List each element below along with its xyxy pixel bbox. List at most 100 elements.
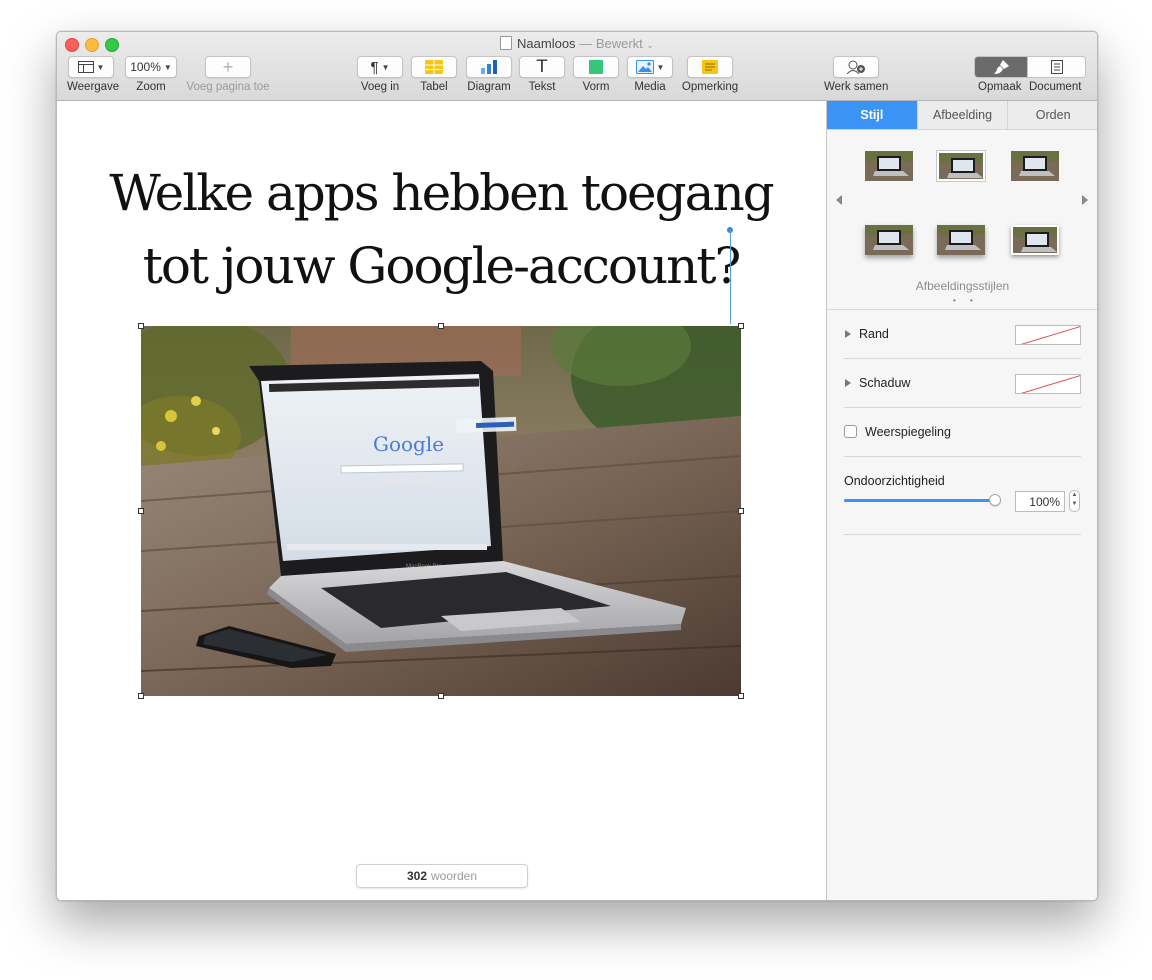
divider — [844, 456, 1081, 457]
chart-tool[interactable]: Diagram — [462, 56, 516, 93]
stepper-down-icon[interactable]: ▼ — [1070, 500, 1079, 509]
window-title[interactable]: Naamloos — Bewerkt ⌄ — [57, 36, 1097, 51]
thumb-preview — [937, 225, 985, 255]
thumb-preview — [1013, 227, 1057, 253]
insert-tool[interactable]: ¶ ▼ Voeg in — [357, 56, 403, 93]
opacity-slider-fill — [844, 499, 995, 502]
media-button[interactable]: ▼ — [627, 56, 673, 78]
text-tool[interactable]: T Tekst — [519, 56, 565, 93]
document-canvas[interactable]: Welke apps hebben toegang tot jouw Googl… — [57, 101, 825, 900]
table-tool[interactable]: Tabel — [411, 56, 457, 93]
square-icon — [589, 60, 603, 74]
tab-image[interactable]: Afbeelding — [916, 101, 1008, 129]
resize-handle-top-left[interactable] — [138, 323, 144, 329]
collaborate-button[interactable] — [833, 56, 879, 78]
reflection-label[interactable]: Weerspiegeling — [865, 425, 951, 439]
shape-button[interactable] — [573, 56, 619, 78]
resize-handle-bottom[interactable] — [438, 693, 444, 699]
screen-google-logo: Google — [373, 432, 444, 456]
divider — [844, 534, 1081, 535]
image-style-thumb-6[interactable] — [1011, 225, 1059, 255]
resize-handle-top[interactable] — [438, 323, 444, 329]
view-tool[interactable]: ▼ Weergave — [67, 56, 120, 93]
pages-window: Naamloos — Bewerkt ⌄ ▼ Weergave 100% ▼ Zo… — [56, 31, 1098, 901]
comment-label: Opmerking — [681, 81, 739, 93]
title-toolbar: Naamloos — Bewerkt ⌄ ▼ Weergave 100% ▼ Zo… — [57, 32, 1097, 101]
word-count-button[interactable]: 302 woorden — [356, 864, 528, 888]
collaborate-tool[interactable]: Werk samen — [824, 56, 888, 93]
resize-handle-right[interactable] — [738, 508, 744, 514]
insert-button[interactable]: ¶ ▼ — [357, 56, 403, 78]
border-label[interactable]: Rand — [859, 327, 889, 341]
shape-label: Vorm — [582, 81, 610, 93]
image-style-thumb-2[interactable] — [937, 151, 985, 181]
comment-tool[interactable]: Opmerking — [679, 56, 741, 93]
opacity-stepper[interactable]: ▲ ▼ — [1069, 490, 1080, 512]
tab-arrange[interactable]: Orden — [1007, 101, 1097, 129]
media-tool[interactable]: ▼ Media — [627, 56, 673, 93]
inspector-toggle[interactable] — [974, 56, 1086, 78]
format-inspector: Stijl Afbeelding Orden Afbeeldingsstijle… — [826, 101, 1097, 900]
insert-label: Voeg in — [360, 81, 400, 93]
resize-handle-bottom-right[interactable] — [738, 693, 744, 699]
resize-handle-bottom-left[interactable] — [138, 693, 144, 699]
image-style-thumb-1[interactable] — [865, 151, 913, 181]
paintbrush-icon — [994, 60, 1009, 74]
add-page-tool[interactable]: + Voeg pagina toe — [185, 56, 271, 93]
view-button[interactable]: ▼ — [68, 56, 114, 78]
no-fill-slash-icon — [1020, 375, 1080, 393]
zoom-tool[interactable]: 100% ▼ Zoom — [125, 56, 177, 93]
text-icon: T — [536, 57, 548, 77]
table-label: Tabel — [420, 81, 448, 93]
text-label: Tekst — [528, 81, 556, 93]
shadow-color-well[interactable] — [1015, 374, 1081, 394]
selected-image[interactable]: Google MacBook Pro — [141, 326, 741, 696]
reflection-checkbox[interactable] — [844, 425, 857, 438]
opacity-slider[interactable] — [844, 499, 995, 502]
thumb-preview — [865, 151, 913, 181]
add-page-button[interactable]: + — [205, 56, 251, 78]
image-style-thumb-5[interactable] — [937, 225, 985, 255]
media-label: Media — [634, 81, 666, 93]
table-button[interactable] — [411, 56, 457, 78]
stepper-up-icon[interactable]: ▲ — [1070, 491, 1079, 500]
zoom-select[interactable]: 100% ▼ — [125, 56, 177, 78]
add-page-label: Voeg pagina toe — [186, 81, 270, 93]
comment-button[interactable] — [687, 56, 733, 78]
document-name: Naamloos — [517, 36, 576, 51]
bar-chart-icon — [481, 60, 497, 74]
document-icon — [1050, 60, 1063, 74]
image-style-thumb-3[interactable] — [1011, 151, 1059, 181]
shadow-label[interactable]: Schaduw — [859, 376, 910, 390]
styles-next-arrow[interactable] — [1082, 195, 1088, 205]
headline-line-2: tot jouw Google-account? — [142, 237, 742, 295]
chart-label: Diagram — [467, 81, 511, 93]
divider — [844, 407, 1081, 408]
shape-tool[interactable]: Vorm — [573, 56, 619, 93]
image-style-thumb-4[interactable] — [865, 225, 913, 255]
view-label: Weergave — [67, 81, 120, 93]
resize-handle-left[interactable] — [138, 508, 144, 514]
styles-page-dots[interactable]: • • — [953, 296, 979, 305]
text-box-button[interactable]: T — [519, 56, 565, 78]
inspector-tabs: Stijl Afbeelding Orden — [827, 101, 1097, 130]
format-button[interactable] — [975, 57, 1027, 77]
text-cursor — [730, 229, 731, 324]
no-fill-slash-icon — [1020, 326, 1080, 344]
border-color-well[interactable] — [1015, 325, 1081, 345]
word-count-label: woorden — [431, 869, 478, 883]
opacity-label: Ondoorzichtigheid — [844, 474, 945, 488]
divider — [844, 358, 1081, 359]
opacity-slider-knob[interactable] — [989, 494, 1001, 506]
document-button[interactable] — [1027, 57, 1085, 77]
disclosure-triangle-icon[interactable] — [845, 330, 851, 338]
tab-style[interactable]: Stijl — [827, 101, 917, 129]
chart-button[interactable] — [466, 56, 512, 78]
thumb-preview — [865, 225, 913, 255]
disclosure-triangle-icon[interactable] — [845, 379, 851, 387]
opacity-input[interactable]: 100% — [1015, 491, 1065, 512]
resize-handle-top-right[interactable] — [738, 323, 744, 329]
styles-prev-arrow[interactable] — [836, 195, 842, 205]
document-headline[interactable]: Welke apps hebben toegang tot jouw Googl… — [97, 157, 785, 303]
laptop-photo: Google MacBook Pro — [141, 326, 741, 696]
